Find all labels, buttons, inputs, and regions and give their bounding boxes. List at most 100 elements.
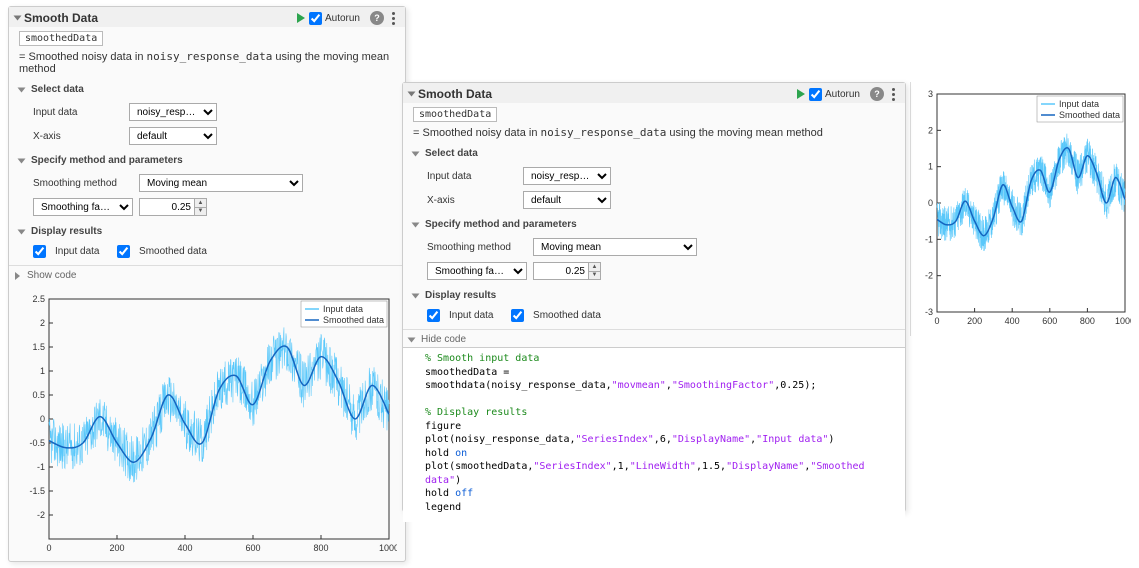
autorun-checkbox[interactable] [809, 88, 822, 101]
xaxis-label: X-axis [427, 195, 517, 206]
svg-text:1.5: 1.5 [32, 342, 45, 352]
help-icon[interactable]: ? [870, 87, 884, 101]
section-method[interactable]: Specify method and parameters [9, 152, 405, 169]
chevron-right-icon [15, 272, 20, 280]
svg-text:-2: -2 [37, 510, 45, 520]
svg-text:-1: -1 [925, 234, 933, 244]
run-icon[interactable] [797, 89, 805, 99]
titlebar: Smooth Data Autorun ? [9, 7, 405, 27]
svg-text:-3: -3 [925, 307, 933, 317]
svg-text:-1.5: -1.5 [29, 486, 45, 496]
svg-text:0: 0 [46, 543, 51, 553]
svg-text:2.5: 2.5 [32, 294, 45, 304]
spin-up-icon[interactable]: ▲ [195, 199, 206, 208]
kebab-menu-icon[interactable] [888, 88, 899, 101]
svg-text:400: 400 [1005, 316, 1020, 326]
svg-text:1000: 1000 [1115, 316, 1131, 326]
titlebar: Smooth Data Autorun ? [403, 83, 905, 103]
smoothing-factor-spinner[interactable]: ▲▼ [139, 198, 207, 216]
disp-input-checkbox[interactable] [33, 245, 46, 258]
svg-text:-2: -2 [925, 271, 933, 281]
chevron-down-icon [408, 337, 416, 342]
svg-text:2: 2 [928, 125, 933, 135]
svg-text:-0.5: -0.5 [29, 438, 45, 448]
smooth-data-task-panel-a: Smooth Data Autorun ? smoothedData = Smo… [8, 6, 406, 562]
smoothing-method-select[interactable]: Moving mean [533, 238, 697, 256]
disp-smoothed-label[interactable]: Smoothed data [139, 246, 207, 257]
input-data-select[interactable]: noisy_respon... [129, 103, 217, 121]
svg-text:1: 1 [928, 162, 933, 172]
svg-text:Input data: Input data [323, 304, 363, 314]
chart-area-a: -2-1.5-1-0.500.511.522.50200400600800100… [9, 283, 405, 565]
panel-title: Smooth Data [418, 87, 492, 101]
svg-text:Smoothed data: Smoothed data [1059, 110, 1120, 120]
section-display[interactable]: Display results [403, 287, 905, 304]
disp-input-label[interactable]: Input data [449, 310, 493, 321]
disp-smoothed-checkbox[interactable] [117, 245, 130, 258]
autorun-label[interactable]: Autorun [825, 89, 860, 100]
svg-text:600: 600 [245, 543, 260, 553]
autorun-checkbox[interactable] [309, 12, 322, 25]
smoothing-method-label: Smoothing method [33, 178, 133, 189]
disp-input-label[interactable]: Input data [55, 246, 99, 257]
section-select-data[interactable]: Select data [403, 145, 905, 162]
xaxis-select[interactable]: default [129, 127, 217, 145]
svg-text:800: 800 [1080, 316, 1095, 326]
svg-text:Input data: Input data [1059, 99, 1099, 109]
chart-a: -2-1.5-1-0.500.511.522.50200400600800100… [15, 289, 397, 559]
input-data-label: Input data [427, 171, 517, 182]
input-data-select[interactable]: noisy_respon... [523, 167, 611, 185]
smoothing-factor-spinner[interactable]: ▲▼ [533, 262, 601, 280]
disp-input-checkbox[interactable] [427, 309, 440, 322]
panel-title: Smooth Data [24, 11, 98, 25]
description-line: smoothedData = Smoothed noisy data in no… [9, 27, 405, 81]
svg-text:400: 400 [177, 543, 192, 553]
smoothing-method-select[interactable]: Moving mean [139, 174, 303, 192]
code-section: % Smooth input data smoothedData = smoot… [403, 347, 905, 522]
show-code-toggle[interactable]: Show code [9, 265, 405, 283]
smooth-data-task-panel-b: Smooth Data Autorun ? smoothedData = Smo… [402, 82, 906, 512]
svg-text:0: 0 [928, 198, 933, 208]
description-line: smoothedData = Smoothed noisy data in no… [403, 103, 905, 145]
disp-smoothed-label[interactable]: Smoothed data [533, 310, 601, 321]
section-display[interactable]: Display results [9, 223, 405, 240]
chart-area-b: -3 -2 -1 0 1 2 3 0 200 400 600 800 1000 Input dataSmo… [910, 82, 1134, 336]
svg-text:0: 0 [934, 316, 939, 326]
spin-down-icon[interactable]: ▼ [195, 208, 206, 216]
svg-text:200: 200 [967, 316, 982, 326]
svg-text:0.5: 0.5 [32, 390, 45, 400]
spin-down-icon[interactable]: ▼ [589, 272, 600, 280]
desc-text: = Smoothed noisy data in noisy_response_… [19, 50, 399, 75]
smoothing-method-label: Smoothing method [427, 242, 527, 253]
help-icon[interactable]: ? [370, 11, 384, 25]
svg-text:2: 2 [40, 318, 45, 328]
output-variable[interactable]: smoothedData [19, 31, 103, 46]
xaxis-label: X-axis [33, 131, 123, 142]
svg-text:600: 600 [1042, 316, 1057, 326]
run-icon[interactable] [297, 13, 305, 23]
section-method[interactable]: Specify method and parameters [403, 216, 905, 233]
smoothing-factor-mode-select[interactable]: Smoothing factor [33, 198, 133, 216]
kebab-menu-icon[interactable] [388, 12, 399, 25]
disp-smoothed-checkbox[interactable] [511, 309, 524, 322]
output-variable[interactable]: smoothedData [413, 107, 497, 122]
section-select-data[interactable]: Select data [9, 81, 405, 98]
hide-code-toggle[interactable]: Hide code [403, 329, 905, 347]
svg-text:200: 200 [109, 543, 124, 553]
smoothing-factor-mode-select[interactable]: Smoothing factor [427, 262, 527, 280]
smoothing-factor-input[interactable] [534, 263, 588, 279]
svg-text:1000: 1000 [379, 543, 397, 553]
spin-up-icon[interactable]: ▲ [589, 263, 600, 272]
svg-text:Smoothed data: Smoothed data [323, 315, 384, 325]
autorun-label[interactable]: Autorun [325, 13, 360, 24]
svg-text:800: 800 [313, 543, 328, 553]
collapse-icon[interactable] [14, 16, 22, 21]
smoothing-factor-input[interactable] [140, 199, 194, 215]
desc-text: = Smoothed noisy data in noisy_response_… [413, 126, 823, 139]
chart-b: -3 -2 -1 0 1 2 3 0 200 400 600 800 1000 Input dataSmo… [913, 86, 1131, 330]
input-data-label: Input data [33, 107, 123, 118]
svg-text:3: 3 [928, 89, 933, 99]
collapse-icon[interactable] [408, 92, 416, 97]
svg-text:-1: -1 [37, 462, 45, 472]
xaxis-select[interactable]: default [523, 191, 611, 209]
